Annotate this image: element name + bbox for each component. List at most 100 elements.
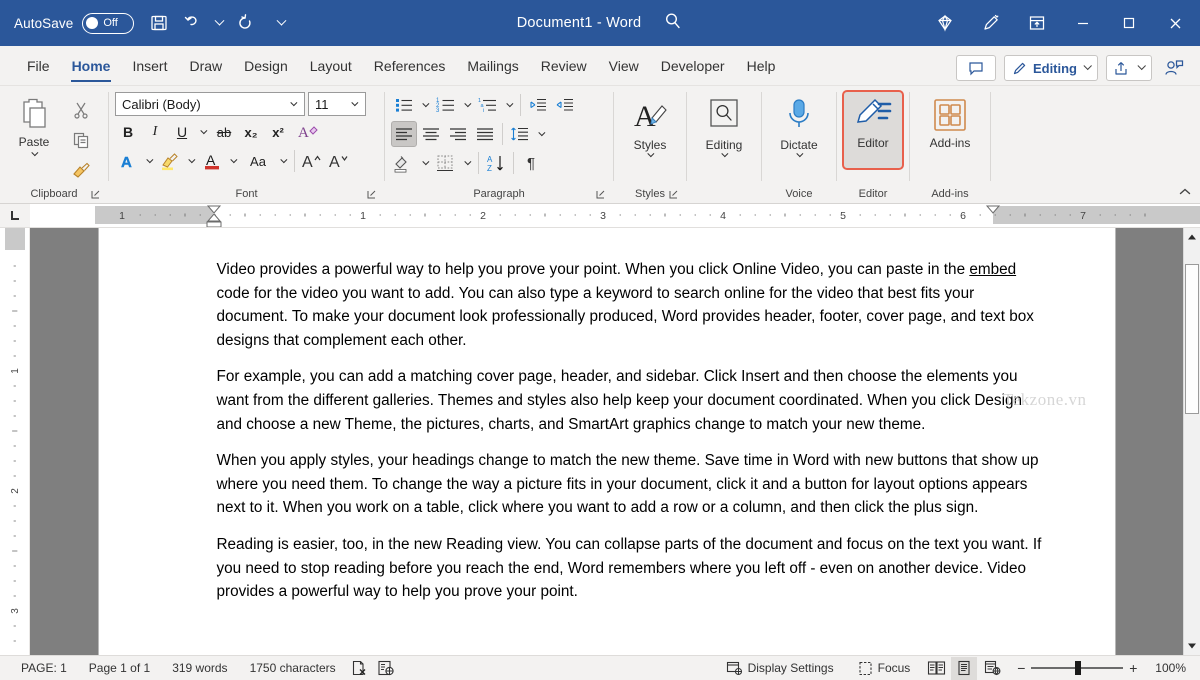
redo-icon[interactable]	[228, 6, 262, 40]
tab-draw[interactable]: Draw	[178, 47, 233, 85]
superscript-button[interactable]: x²	[265, 119, 291, 145]
styles-dialog-launcher[interactable]	[668, 188, 680, 202]
document-canvas[interactable]: Tekzone.vn Video provides a powerful way…	[30, 228, 1183, 655]
align-left-icon[interactable]	[391, 121, 417, 147]
show-formatting-marks-icon[interactable]: ¶	[518, 150, 544, 176]
comments-button[interactable]	[955, 55, 996, 81]
paragraph-3[interactable]: When you apply styles, your headings cha…	[217, 449, 1043, 520]
zoom-slider[interactable]: − +	[1007, 660, 1147, 676]
cut-button[interactable]	[66, 96, 96, 124]
shrink-font-button[interactable]: A	[326, 148, 352, 174]
numbering-dropdown-icon[interactable]	[460, 92, 474, 118]
maximize-button[interactable]	[1106, 0, 1152, 46]
web-layout-icon[interactable]	[979, 657, 1005, 680]
align-right-icon[interactable]	[445, 121, 471, 147]
customize-quick-access-icon[interactable]	[272, 6, 290, 40]
editing-mode-button[interactable]: Editing	[1003, 55, 1098, 81]
vertical-ruler[interactable]: 1 2 3	[0, 228, 30, 655]
styles-button[interactable]: A Styles	[621, 92, 679, 180]
strikethrough-button[interactable]: ab	[211, 119, 237, 145]
proofing-errors-icon[interactable]	[347, 657, 373, 680]
align-center-icon[interactable]	[418, 121, 444, 147]
addins-button[interactable]: Add-ins	[921, 92, 979, 180]
highlight-dropdown-icon[interactable]	[184, 148, 198, 174]
sort-icon[interactable]: A Z	[483, 150, 509, 176]
clear-formatting-button[interactable]: A	[292, 119, 326, 145]
borders-icon[interactable]	[433, 150, 459, 176]
tab-review[interactable]: Review	[530, 47, 598, 85]
font-color-button[interactable]: A	[199, 148, 225, 174]
format-painter-button[interactable]	[66, 156, 96, 184]
paragraph-2[interactable]: For example, you can add a matching cove…	[217, 365, 1043, 436]
collapse-ribbon-icon[interactable]	[1176, 183, 1194, 201]
horizontal-ruler[interactable]: 1 1 2 3 4 5 6 7	[30, 204, 1200, 227]
zoom-out-button[interactable]: −	[1011, 660, 1031, 676]
line-spacing-icon[interactable]	[507, 121, 533, 147]
text-effects-button[interactable]: A	[115, 148, 141, 174]
text-effects-dropdown-icon[interactable]	[142, 148, 156, 174]
share-people-icon[interactable]	[1160, 55, 1188, 81]
print-layout-icon[interactable]	[951, 656, 978, 680]
change-case-dropdown-icon[interactable]	[276, 148, 290, 174]
grow-font-button[interactable]: A	[299, 148, 325, 174]
tab-references[interactable]: References	[363, 47, 457, 85]
ribbon-display-options-icon[interactable]	[1014, 0, 1060, 46]
multilevel-list-icon[interactable]: 1 a i	[475, 92, 501, 118]
multilevel-dropdown-icon[interactable]	[502, 92, 516, 118]
paragraph-1[interactable]: Video provides a powerful way to help yo…	[217, 258, 1043, 352]
autosave-toggle[interactable]: Off	[82, 12, 135, 34]
scrollbar-track[interactable]	[1184, 246, 1200, 637]
zoom-track[interactable]	[1031, 661, 1124, 675]
subscript-button[interactable]: x₂	[238, 119, 264, 145]
vertical-scrollbar[interactable]	[1183, 228, 1200, 655]
bullets-icon[interactable]	[391, 92, 417, 118]
copy-button[interactable]	[66, 126, 96, 154]
font-size-input[interactable]: 11	[308, 92, 366, 116]
bold-button[interactable]: B	[115, 119, 141, 145]
paragraph-4[interactable]: Reading is easier, too, in the new Readi…	[217, 533, 1043, 604]
accessibility-checker-icon[interactable]	[373, 657, 399, 680]
undo-dropdown-icon[interactable]	[210, 6, 228, 40]
shading-dropdown-icon[interactable]	[418, 150, 432, 176]
chevron-down-icon[interactable]	[347, 98, 361, 107]
focus-button[interactable]: Focus	[847, 657, 922, 680]
editing-button[interactable]: Editing	[695, 92, 753, 180]
tab-design[interactable]: Design	[233, 47, 299, 85]
tab-insert[interactable]: Insert	[121, 47, 178, 85]
zoom-thumb[interactable]	[1075, 661, 1082, 675]
tab-stop-selector[interactable]	[0, 204, 30, 227]
chevron-down-icon[interactable]	[286, 98, 300, 107]
read-mode-icon[interactable]	[923, 657, 949, 680]
italic-button[interactable]: I	[142, 119, 168, 145]
line-spacing-dropdown-icon[interactable]	[534, 121, 548, 147]
change-case-button[interactable]: Aa	[241, 148, 275, 174]
shading-icon[interactable]	[391, 150, 417, 176]
tab-file[interactable]: File	[16, 47, 61, 85]
pen-draw-icon[interactable]	[968, 0, 1014, 46]
tab-developer[interactable]: Developer	[650, 47, 736, 85]
scroll-down-icon[interactable]	[1184, 637, 1200, 655]
tab-view[interactable]: View	[598, 47, 650, 85]
scroll-up-icon[interactable]	[1184, 228, 1200, 246]
tab-home[interactable]: Home	[61, 47, 122, 85]
search-icon[interactable]	[663, 11, 683, 36]
tab-help[interactable]: Help	[736, 47, 787, 85]
clipboard-dialog-launcher[interactable]	[90, 188, 102, 202]
tab-mailings[interactable]: Mailings	[456, 47, 529, 85]
dictate-button[interactable]: Dictate	[770, 92, 828, 180]
numbering-icon[interactable]: 1 2 3	[433, 92, 459, 118]
paste-button[interactable]: Paste	[6, 92, 62, 157]
font-dialog-launcher[interactable]	[366, 188, 378, 202]
document-page[interactable]: Tekzone.vn Video provides a powerful way…	[98, 228, 1115, 655]
underline-dropdown-icon[interactable]	[196, 119, 210, 145]
bullets-dropdown-icon[interactable]	[418, 92, 432, 118]
scrollbar-thumb[interactable]	[1185, 264, 1199, 414]
minimize-button[interactable]	[1060, 0, 1106, 46]
tab-layout[interactable]: Layout	[299, 47, 363, 85]
borders-dropdown-icon[interactable]	[460, 150, 474, 176]
diamond-icon[interactable]	[922, 0, 968, 46]
highlight-button[interactable]	[157, 148, 183, 174]
font-name-input[interactable]: Calibri (Body)	[115, 92, 305, 116]
paragraph-dialog-launcher[interactable]	[595, 188, 607, 202]
font-color-dropdown-icon[interactable]	[226, 148, 240, 174]
